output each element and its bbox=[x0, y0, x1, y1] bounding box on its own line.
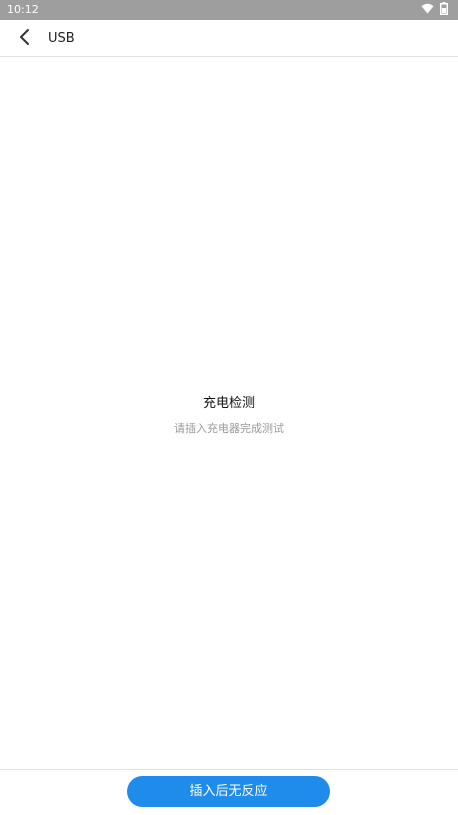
wifi-icon bbox=[421, 3, 434, 17]
charge-check-block: 充电检测 请插入充电器完成测试 bbox=[0, 394, 458, 437]
battery-icon bbox=[440, 2, 448, 18]
back-button[interactable] bbox=[12, 27, 36, 51]
check-subtitle: 请插入充电器完成测试 bbox=[174, 422, 284, 435]
app-bar: USB bbox=[0, 20, 458, 57]
status-bar: 10:12 bbox=[0, 0, 458, 20]
page-title: USB bbox=[48, 31, 75, 46]
chevron-left-icon bbox=[17, 28, 31, 50]
status-time: 10:12 bbox=[7, 3, 39, 16]
status-icons bbox=[421, 2, 448, 18]
bottom-bar: 插入后无反应 bbox=[0, 769, 458, 815]
no-response-button[interactable]: 插入后无反应 bbox=[127, 776, 330, 807]
usb-test-screen: 10:12 USB 充电检测 请插入充电器完成测试 插入后无反应 bbox=[0, 0, 458, 815]
check-title: 充电检测 bbox=[202, 396, 255, 411]
